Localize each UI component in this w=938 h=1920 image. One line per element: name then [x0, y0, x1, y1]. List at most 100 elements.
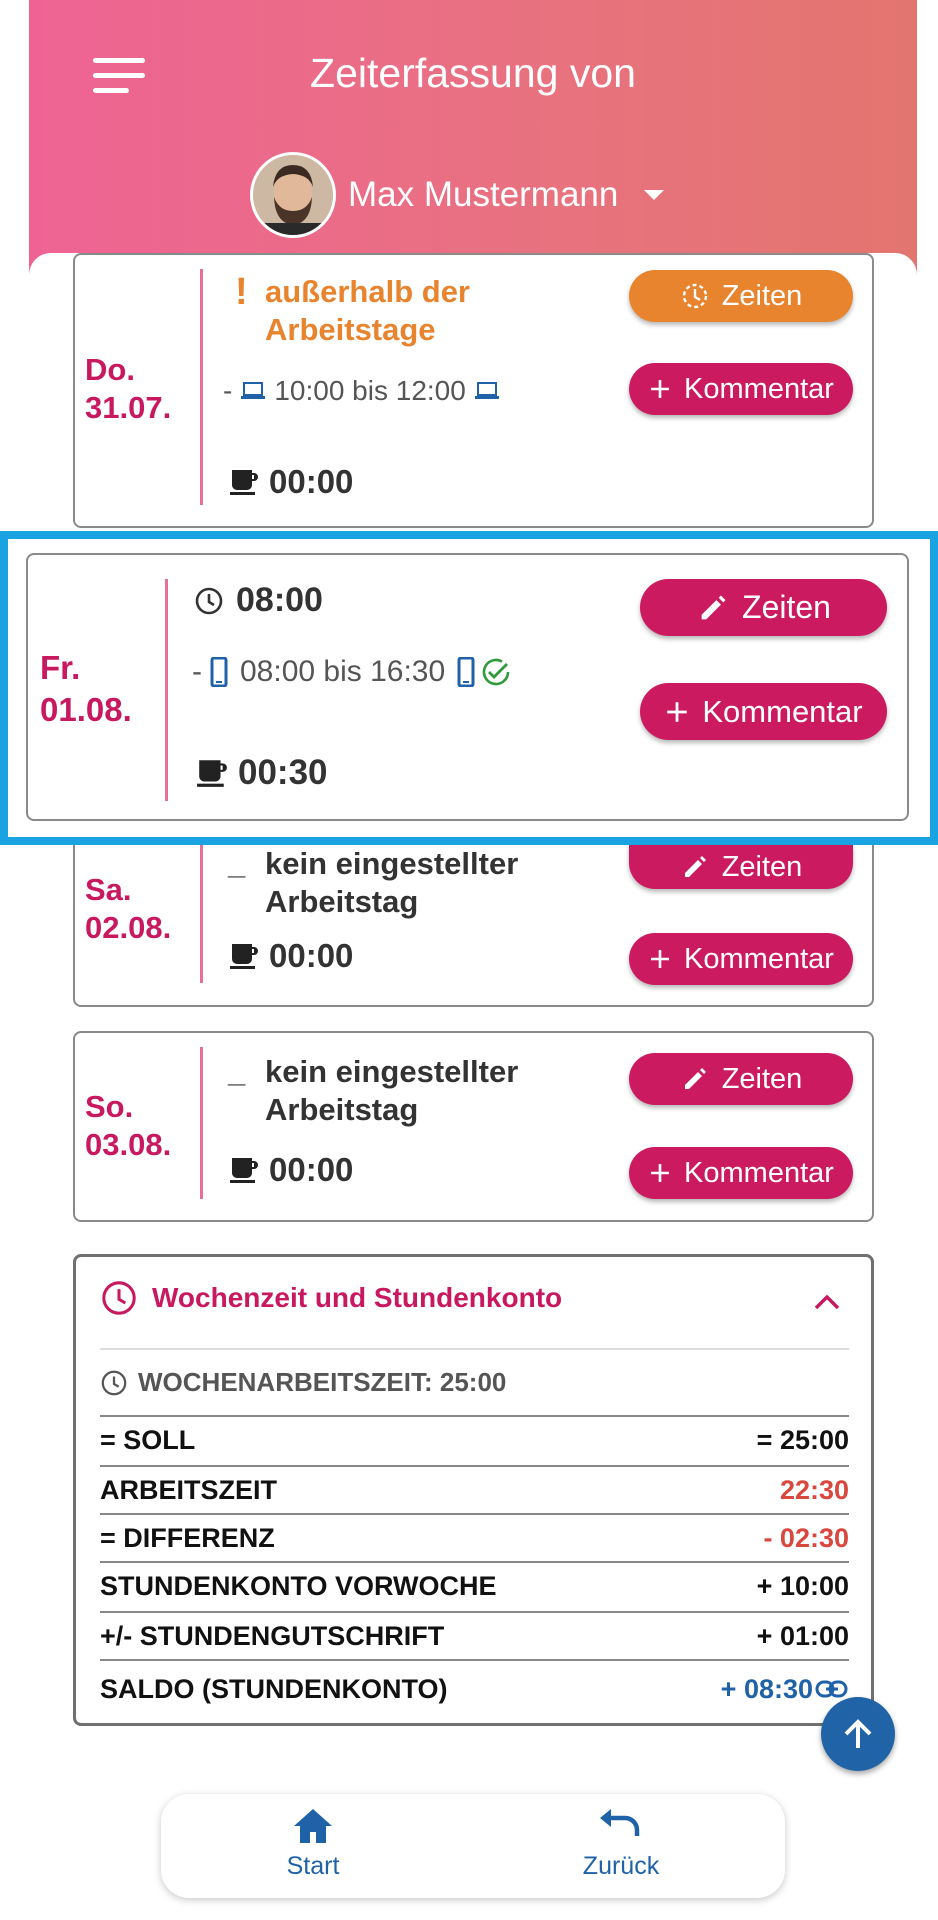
summary-row-value: - 02:30 — [763, 1522, 849, 1553]
day-card: Do. 31.07. ! außerhalb der Arbeitstage -… — [73, 253, 874, 528]
chevron-down-icon — [644, 190, 665, 200]
pause-time: 00:00 — [229, 463, 353, 501]
kommentar-label: Kommentar — [684, 372, 834, 405]
summary-row: = SOLL = 25:00 — [100, 1415, 849, 1463]
summary-row: ARBEITSZEIT 22:30 — [100, 1465, 849, 1513]
summary-row-label: = SOLL — [100, 1424, 196, 1455]
dash-icon: _ — [228, 846, 246, 881]
nav-start-label: Start — [286, 1852, 340, 1880]
divider — [200, 269, 203, 505]
bottom-nav: Start Zurück — [161, 1794, 785, 1898]
coffee-icon — [229, 941, 259, 971]
summary-row-label: +/- STUNDENGUTSCHRIFT — [100, 1620, 445, 1651]
status-line: außerhalb der — [265, 274, 470, 309]
home-icon — [291, 1806, 335, 1846]
status-line: Arbeitstage — [265, 312, 436, 347]
status-line: Arbeitstag — [265, 1092, 419, 1127]
weekday: Sa. — [85, 872, 132, 907]
status-text: ! außerhalb der Arbeitstage — [235, 273, 470, 349]
zeiten-button[interactable]: Zeiten — [629, 845, 853, 889]
kommentar-button[interactable]: Kommentar — [629, 363, 853, 415]
dash-icon: _ — [228, 1054, 246, 1089]
summary-row-value-wrap: 22:30 — [780, 1475, 849, 1506]
date: 31.07. — [85, 390, 172, 425]
summary-row-value: + 01:00 — [756, 1620, 849, 1651]
pencil-icon — [680, 1064, 710, 1094]
zeiten-label: Zeiten — [721, 1062, 803, 1095]
day-label: Sa. 02.08. — [85, 871, 171, 947]
kommentar-button[interactable]: Kommentar — [629, 933, 853, 985]
summary-row-value-wrap: + 01:00 — [757, 1621, 849, 1652]
weekly-summary-panel: Wochenzeit und Stundenkonto WOCHENARBEIT… — [73, 1254, 874, 1726]
summary-row-value-wrap: - 02:30 — [763, 1523, 849, 1554]
date: 02.08. — [85, 910, 172, 945]
zeiten-label: Zeiten — [721, 850, 803, 883]
summary-row-value: = 25:00 — [756, 1424, 849, 1455]
summary-row: STUNDENKONTO VORWOCHE + 10:00 — [100, 1561, 849, 1609]
pencil-icon — [680, 852, 710, 882]
summary-row[interactable]: SALDO (STUNDENKONTO) + 08:30 — [100, 1659, 849, 1717]
day-label: Do. 31.07. — [85, 351, 171, 427]
day-card: So. 03.08. _ kein eingestellter Arbeitst… — [73, 1031, 874, 1222]
kommentar-button[interactable]: Kommentar — [629, 1147, 853, 1199]
summary-row-value: + 08:30 — [720, 1673, 813, 1704]
status-line: kein eingestellter — [265, 1054, 519, 1089]
zeiten-button[interactable]: Zeiten — [629, 1053, 853, 1105]
status-line: kein eingestellter — [265, 846, 519, 881]
pause-value: 00:00 — [269, 463, 354, 500]
summary-header[interactable]: Wochenzeit und Stundenkonto — [100, 1279, 562, 1317]
summary-row-value-wrap: + 10:00 — [757, 1571, 849, 1602]
kommentar-label: Kommentar — [684, 942, 834, 975]
warning-icon: ! — [235, 271, 248, 313]
nav-back[interactable]: Zurück — [541, 1806, 701, 1881]
summary-row-value: + 10:00 — [756, 1570, 849, 1601]
pause-time: 00:00 — [229, 937, 353, 975]
summary-row-value: 22:30 — [779, 1474, 849, 1505]
time-range: 10:00 bis 12:00 — [274, 375, 466, 406]
laptop-icon — [240, 381, 266, 401]
weekly-hours-label: WOCHENARBEITSZEIT: 25:00 — [138, 1367, 507, 1397]
chevron-up-icon[interactable] — [813, 1293, 841, 1316]
summary-row-value-wrap: + 08:30 — [721, 1674, 849, 1705]
plus-icon — [648, 1161, 672, 1185]
status-text: _ kein eingestellter Arbeitstag — [228, 845, 518, 921]
divider — [100, 1348, 849, 1350]
status-text: _ kein eingestellter Arbeitstag — [228, 1053, 518, 1129]
clock-icon — [100, 1369, 128, 1397]
divider — [200, 1047, 203, 1199]
user-name: Max Mustermann — [348, 175, 619, 214]
plus-icon — [648, 377, 672, 401]
undo-icon — [597, 1806, 645, 1846]
time-entry: - 10:00 bis 12:00 — [223, 375, 500, 407]
weekday: Do. — [85, 352, 135, 387]
coffee-icon — [229, 1155, 259, 1185]
arrow-up-icon — [838, 1714, 878, 1754]
coffee-icon — [229, 467, 259, 497]
kommentar-label: Kommentar — [684, 1156, 834, 1189]
page-title: Zeiterfassung von — [310, 50, 636, 96]
weekly-hours: WOCHENARBEITSZEIT: 25:00 — [100, 1367, 506, 1398]
pause-time: 00:00 — [229, 1151, 353, 1189]
plus-icon — [648, 947, 672, 971]
pause-value: 00:00 — [269, 937, 354, 974]
summary-row-label: = DIFFERENZ — [100, 1522, 275, 1553]
zeiten-label: Zeiten — [721, 279, 803, 312]
summary-row-label: ARBEITSZEIT — [100, 1474, 278, 1505]
time-prefix: - — [223, 375, 233, 406]
pause-value: 00:00 — [269, 1151, 354, 1188]
day-card: Sa. 02.08. _ kein eingestellter Arbeitst… — [73, 845, 874, 1007]
nav-start[interactable]: Start — [233, 1806, 393, 1881]
link-icon[interactable] — [815, 1678, 849, 1700]
avatar — [250, 152, 336, 238]
laptop-icon — [474, 381, 500, 401]
summary-row: = DIFFERENZ - 02:30 — [100, 1513, 849, 1561]
user-selector[interactable]: Max Mustermann — [250, 150, 665, 240]
scroll-top-button[interactable] — [821, 1697, 895, 1771]
summary-row-value-wrap: = 25:00 — [757, 1425, 849, 1456]
date: 03.08. — [85, 1127, 172, 1162]
clock-icon — [680, 281, 710, 311]
day-label: So. 03.08. — [85, 1088, 171, 1164]
zeiten-button[interactable]: Zeiten — [629, 270, 853, 322]
nav-back-label: Zurück — [582, 1852, 660, 1880]
summary-row: +/- STUNDENGUTSCHRIFT + 01:00 — [100, 1611, 849, 1659]
